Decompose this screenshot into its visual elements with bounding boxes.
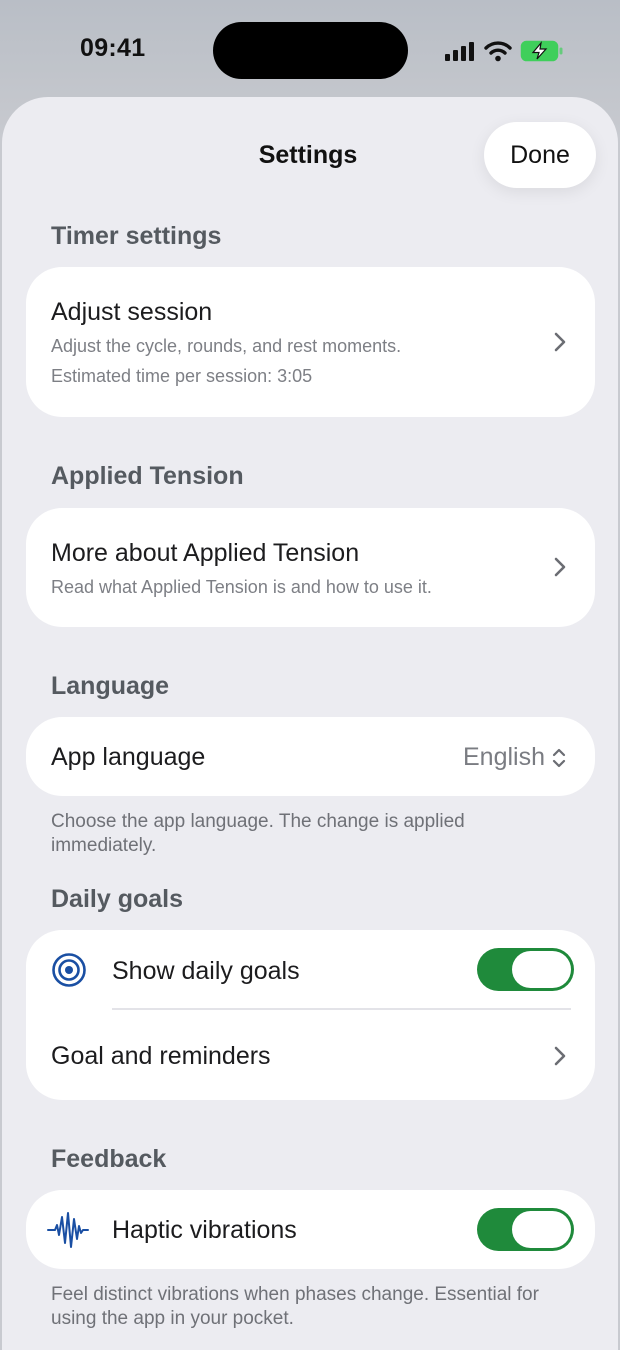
haptic-vibrations-toggle[interactable] (477, 1208, 574, 1251)
applied-tension-subtitle: Read what Applied Tension is and how to … (51, 577, 432, 597)
target-icon (52, 953, 86, 987)
status-icons (444, 38, 564, 64)
toggle-knob (512, 1211, 571, 1248)
signal-icon (445, 42, 474, 61)
haptic-vibrations-row: Haptic vibrations (26, 1190, 595, 1269)
app-language-row[interactable]: App language English (26, 717, 595, 796)
chevron-right-icon (554, 332, 566, 352)
applied-tension-title: More about Applied Tension (51, 539, 360, 567)
show-daily-goals-toggle[interactable] (477, 948, 574, 991)
waveform-icon (47, 1212, 89, 1248)
dynamic-island (213, 22, 408, 79)
chevron-updown-icon (552, 748, 566, 767)
haptic-vibrations-label: Haptic vibrations (112, 1216, 297, 1244)
app-language-select[interactable]: English (463, 743, 567, 772)
section-header-goals: Daily goals (51, 885, 183, 913)
status-bar: 09:41 (0, 0, 620, 100)
applied-tension-row[interactable]: More about Applied Tension Read what App… (26, 508, 595, 627)
section-header-tension: Applied Tension (51, 462, 244, 490)
section-header-feedback: Feedback (51, 1145, 167, 1173)
section-header-timer: Timer settings (51, 222, 222, 250)
session-estimate: Estimated time per session: 3:05 (51, 366, 313, 386)
language-footnote: Choose the app language. The change is a… (51, 811, 465, 856)
app-language-value: English (463, 743, 545, 771)
toggle-knob (512, 951, 571, 988)
daily-goals-card: Show daily goals Goal and reminders (26, 930, 595, 1100)
section-header-language: Language (51, 672, 170, 700)
status-time: 09:41 (80, 34, 146, 62)
adjust-session-title: Adjust session (51, 298, 213, 326)
feedback-footnote: Feel distinct vibrations when phases cha… (51, 1284, 539, 1329)
chevron-right-icon (554, 1046, 566, 1066)
goal-reminders-row[interactable]: Goal and reminders (26, 1010, 595, 1100)
battery-icon (520, 40, 563, 62)
goal-reminders-label: Goal and reminders (51, 1042, 271, 1070)
app-language-label: App language (51, 743, 206, 771)
show-daily-goals-label: Show daily goals (112, 957, 300, 985)
adjust-session-subtitle: Adjust the cycle, rounds, and rest momen… (51, 336, 402, 356)
chevron-right-icon (554, 557, 566, 577)
wifi-icon (484, 41, 512, 62)
done-button[interactable]: Done (484, 122, 596, 188)
adjust-session-row[interactable]: Adjust session Adjust the cycle, rounds,… (26, 267, 595, 417)
